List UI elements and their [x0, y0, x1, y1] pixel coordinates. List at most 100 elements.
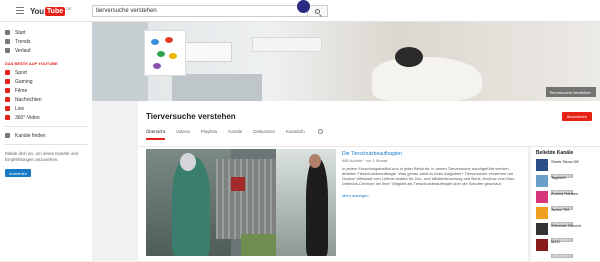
channel-tabs: Übersicht Videos Playlists Kanäle Diskus… [146, 129, 323, 140]
channel-avatar [536, 239, 548, 251]
logo-mouse-icon [157, 51, 165, 57]
search-button[interactable] [308, 5, 328, 17]
flame-icon [5, 39, 10, 44]
video-person-head [180, 153, 196, 171]
sidebar-item-label: 360°-Video [15, 114, 40, 121]
tab-overview[interactable]: Übersicht [146, 129, 166, 140]
search-icon [315, 8, 320, 14]
divider [4, 144, 88, 145]
tab-about[interactable]: Kanalinfo [286, 129, 305, 140]
sidebar-item-live[interactable]: Live [0, 104, 92, 113]
tab-discussion[interactable]: Diskussion [253, 129, 275, 140]
channel-name: Junior TM [551, 207, 569, 212]
list-item[interactable]: TagMoS Abonnieren [536, 175, 595, 194]
list-item[interactable]: Annica Hansen Abonnieren [536, 191, 595, 210]
sidebar-item-sport[interactable]: Sport [0, 68, 92, 77]
menu-icon[interactable] [16, 7, 24, 14]
sidebar-item-label: Verlauf [15, 47, 31, 54]
channel-avatar [536, 223, 548, 235]
logo-you: You [30, 6, 44, 16]
360-icon [5, 115, 10, 120]
channel-logo[interactable] [144, 30, 186, 76]
featured-video-meta: 986 Aufrufe · vor 1 Monat [342, 158, 388, 163]
related-channels: Beliebte Kanäle Shots Show DE Abonnieren… [531, 147, 600, 261]
tab-playlists[interactable]: Playlists [201, 129, 218, 140]
banner-badge[interactable]: Tierversuche verstehen [546, 87, 596, 97]
youtube-logo[interactable]: You Tube DE [30, 6, 72, 16]
featured-video-player[interactable] [146, 149, 336, 256]
logo-mouse-icon [169, 53, 177, 59]
sidebar-item-history[interactable]: Verlauf [0, 46, 92, 55]
sidebar-item-label: Kanäle finden [15, 132, 46, 139]
sidebar-item-label: Gaming [15, 78, 33, 85]
sidebar-item-label: Live [15, 105, 25, 112]
sport-icon [5, 70, 10, 75]
add-channel-icon [5, 133, 10, 138]
sidebar-item-browse-channels[interactable]: Kanäle finden [0, 131, 92, 140]
featured-video-description: In jedem Forschungsinstitut und in jeder… [342, 166, 516, 186]
sidebar-item-label: Sport [15, 69, 27, 76]
channel-name: Wiemals Zufucht [551, 223, 581, 228]
banner-lab-device [252, 37, 322, 52]
sidebar-item-label: Start [15, 29, 26, 36]
sidebar: Start Trends Verlauf DAS BESTE AUF YOUTU… [0, 22, 92, 261]
video-woman-head [309, 154, 321, 168]
sidebar-item-film[interactable]: Filme [0, 86, 92, 95]
logo-country: DE [66, 6, 72, 11]
home-icon [5, 30, 10, 35]
divider [4, 126, 88, 127]
sidebar-item-news[interactable]: Nachrichten [0, 95, 92, 104]
search-input[interactable]: tierversuche verstehen [92, 5, 308, 17]
channel-banner: Tierversuche verstehen [92, 22, 600, 101]
tab-channels[interactable]: Kanäle [228, 129, 242, 140]
history-icon [5, 48, 10, 53]
related-heading: Beliebte Kanäle [536, 150, 574, 156]
news-icon [5, 97, 10, 102]
featured-section: Die Tierschutzbeauftragten 986 Aufrufe ·… [138, 147, 528, 261]
banner-glove [372, 57, 482, 101]
channel-avatar [536, 159, 548, 171]
video-woman [306, 159, 328, 256]
channel-avatar [536, 175, 548, 187]
video-red-box [231, 177, 245, 191]
cursor-dot-icon [297, 0, 310, 13]
channel-search-icon[interactable] [317, 129, 323, 134]
subscribe-button[interactable]: Abonnieren [562, 112, 592, 121]
tab-videos[interactable]: Videos [176, 129, 190, 140]
channel-name: MZO [551, 239, 560, 244]
list-item[interactable]: Shots Show DE Abonnieren [536, 159, 595, 178]
live-icon [5, 106, 10, 111]
film-icon [5, 88, 10, 93]
channel-title: Tierversuche verstehen [146, 112, 236, 121]
signin-button[interactable]: Anmelden [5, 169, 31, 177]
list-item[interactable]: Junior TM Abonnieren [536, 207, 595, 226]
sidebar-item-start[interactable]: Start [0, 28, 92, 37]
logo-tube: Tube [44, 6, 66, 16]
logo-mouse-icon [153, 63, 161, 69]
logo-mouse-icon [151, 39, 159, 45]
banner-mouse [395, 47, 423, 67]
sidebar-item-360[interactable]: 360°-Video [0, 113, 92, 122]
sidebar-item-label: Nachrichten [15, 96, 42, 103]
list-item[interactable]: Wiemals Zufucht Abonnieren [536, 223, 595, 242]
sidebar-item-trends[interactable]: Trends [0, 37, 92, 46]
featured-video-title[interactable]: Die Tierschutzbeauftragten [342, 151, 402, 157]
channel-avatar [536, 191, 548, 203]
banner-left-strip [92, 22, 148, 101]
subscribe-button[interactable]: Abonnieren [551, 254, 573, 258]
gaming-icon [5, 79, 10, 84]
show-more-link[interactable]: Mehr anzeigen [342, 193, 368, 198]
video-cage [216, 159, 276, 239]
channel-header: Tierversuche verstehen Abonnieren Übersi… [138, 101, 600, 147]
sidebar-item-label: Trends [15, 38, 31, 45]
sidebar-item-gaming[interactable]: Gaming [0, 77, 92, 86]
channel-avatar [536, 207, 548, 219]
banner-lab-device [172, 74, 262, 101]
list-item[interactable]: MZO Abonnieren [536, 239, 595, 258]
channel-name: Annica Hansen [551, 191, 579, 196]
channel-name: TagMoS [551, 175, 566, 180]
logo-mouse-icon [165, 37, 173, 43]
sidebar-item-label: Filme [15, 87, 28, 94]
signin-note: Melde dich an, um deine Kanäle und Empfe… [5, 151, 79, 162]
channel-name: Shots Show DE [551, 159, 580, 164]
